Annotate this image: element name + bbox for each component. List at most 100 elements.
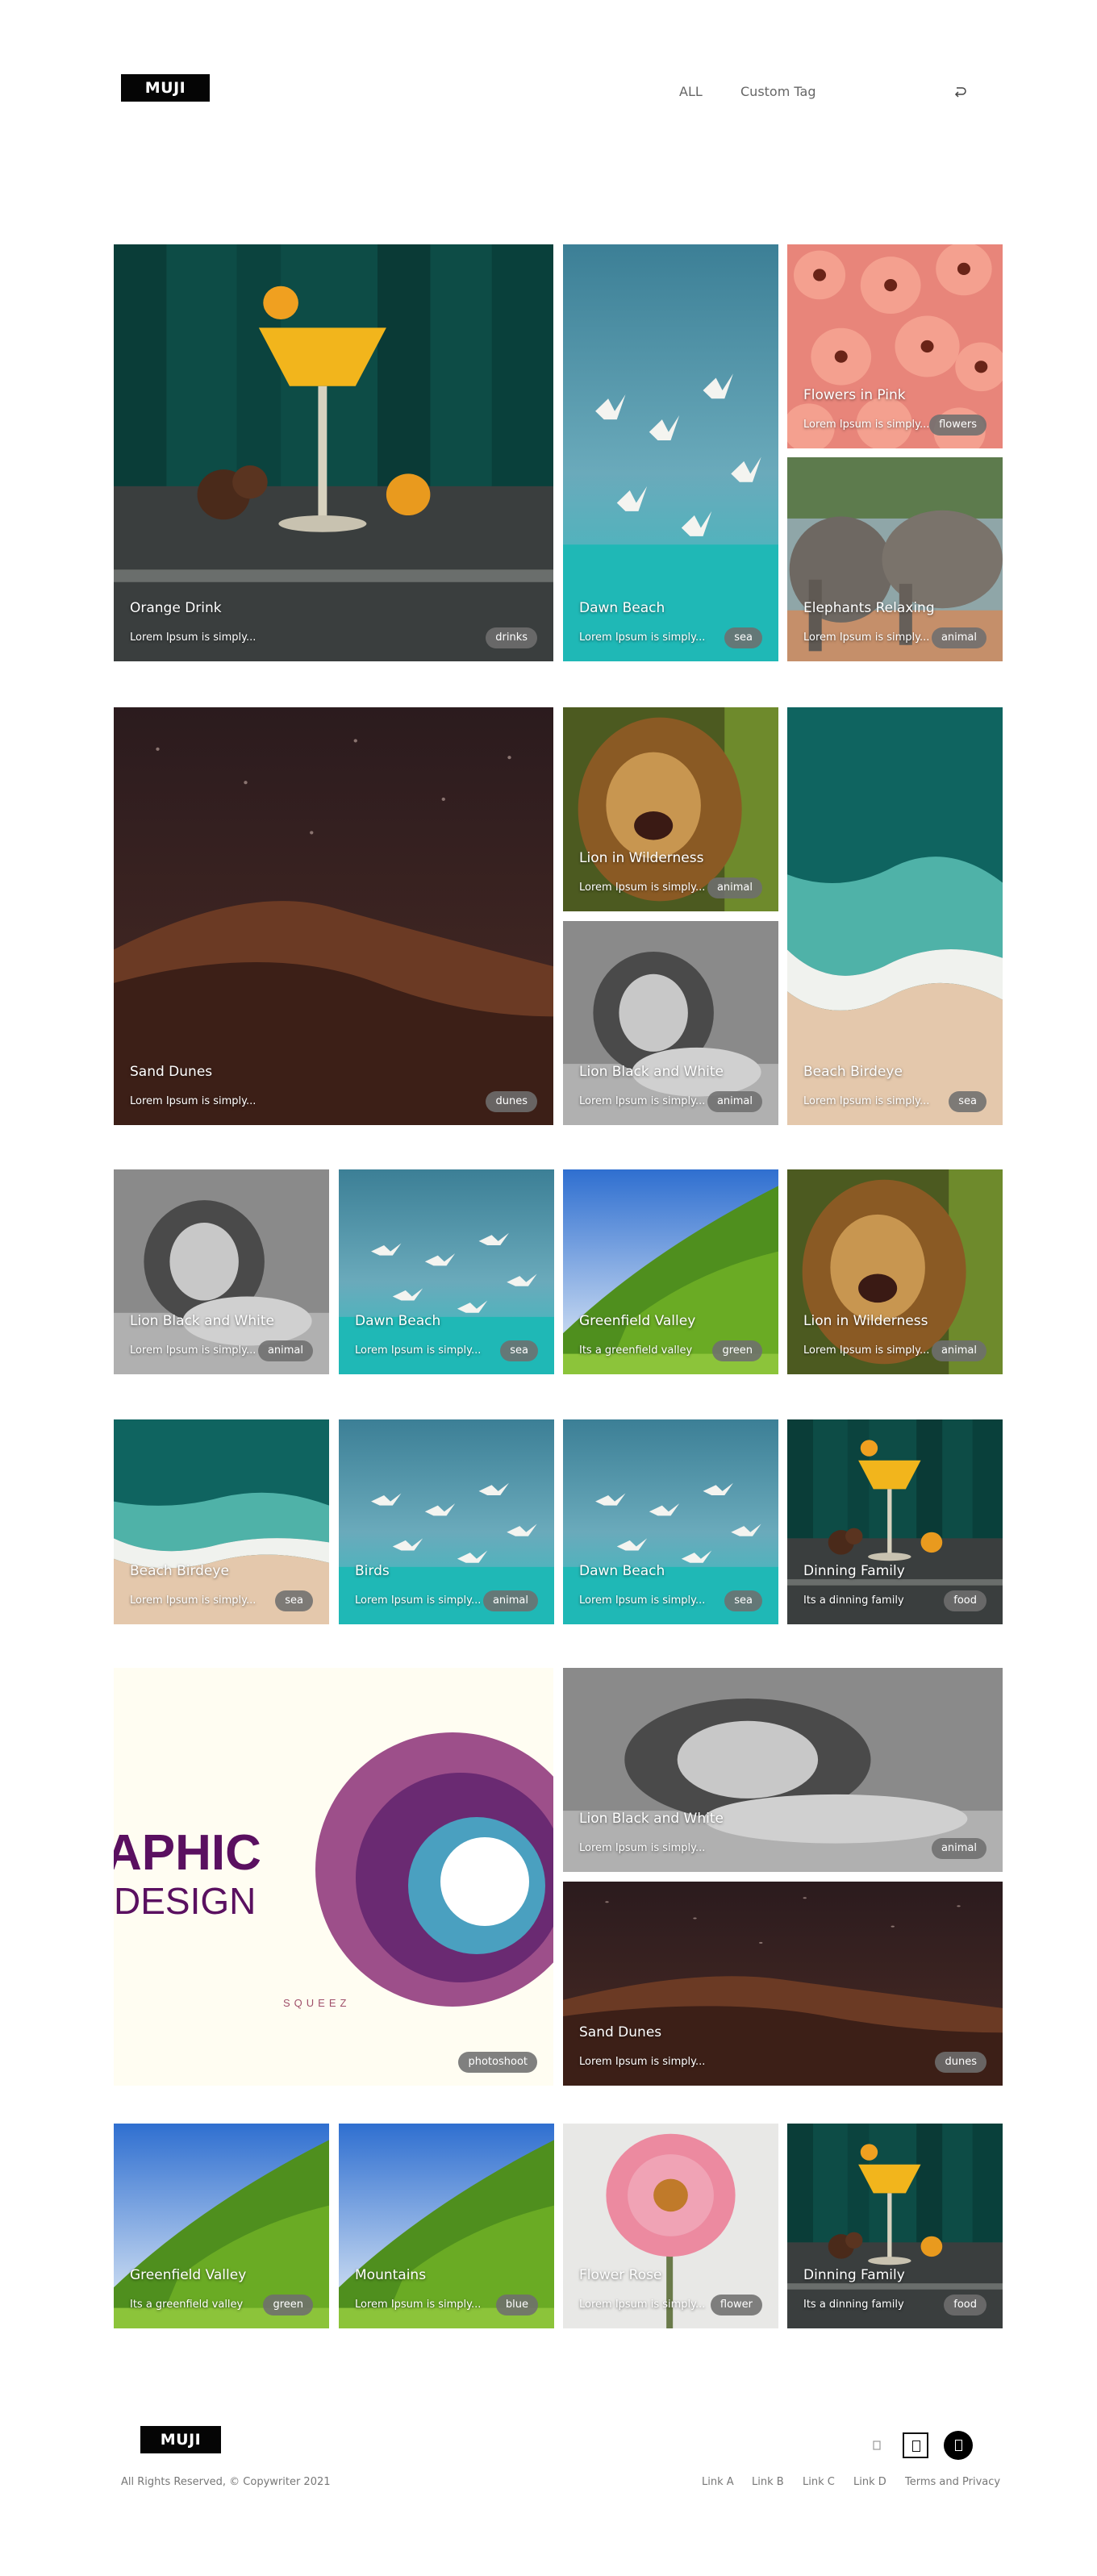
card-description: Lorem Ipsum is simply...: [579, 2299, 706, 2311]
card-tag-badge[interactable]: animal: [931, 1340, 986, 1361]
card-tag-badge[interactable]: food: [944, 1590, 986, 1611]
card-description: Lorem Ipsum is simply...: [579, 1842, 706, 1854]
gallery-card[interactable]: Beach Birdeye Lorem Ipsum is simply... sea: [787, 707, 1003, 1125]
gallery-card[interactable]: Lion Black and White Lorem Ipsum is simpl…: [563, 1668, 1003, 1872]
gallery-card[interactable]: Dawn Beach Lorem Ipsum is simply... sea: [563, 1419, 778, 1624]
footer-link-terms[interactable]: Terms and Privacy: [905, 2476, 1000, 2488]
social-small-icon[interactable]: [871, 2439, 882, 2452]
gallery-card[interactable]: Lion in Wilderness Lorem Ipsum is simply.…: [787, 1169, 1003, 1374]
footer-link-d[interactable]: Link D: [853, 2476, 886, 2488]
gallery-card[interactable]: Sand Dunes Lorem Ipsum is simply... dunes: [114, 707, 553, 1125]
card-description: Lorem Ipsum is simply...: [803, 631, 930, 644]
social-square-icon[interactable]: [903, 2432, 928, 2458]
social-round-icon[interactable]: [944, 2431, 973, 2460]
card-tag-badge[interactable]: blue: [495, 2295, 538, 2315]
card-title: Dawn Beach: [579, 600, 665, 616]
gallery-card[interactable]: Greenfield Valley Its a greenfield valley…: [114, 2124, 329, 2328]
card-description: Lorem Ipsum is simply...: [355, 1594, 482, 1607]
card-tag-badge[interactable]: dunes: [486, 1091, 537, 1112]
card-tag-badge[interactable]: dunes: [935, 2052, 986, 2073]
card-tag-badge[interactable]: flower: [710, 2295, 762, 2315]
gallery-card[interactable]: Flowers in Pink Lorem Ipsum is simply... f…: [787, 244, 1003, 448]
gallery-card[interactable]: Dinning Family Its a dinning family food: [787, 1419, 1003, 1624]
card-description: Its a greenfield valley: [579, 1344, 693, 1357]
graphic-design-artwork: APHIC DESIGN SQUEEZ: [114, 1668, 553, 2086]
card-tag-badge[interactable]: animal: [257, 1340, 313, 1361]
card-title: Greenfield Valley: [579, 1313, 696, 1329]
card-description: Lorem Ipsum is simply...: [130, 1095, 257, 1107]
card-tag-badge[interactable]: animal: [931, 1838, 986, 1859]
gallery-card[interactable]: Lion Black and White Lorem Ipsum is simpl…: [114, 1169, 329, 1374]
card-title: Sand Dunes: [579, 2024, 662, 2040]
gallery-card[interactable]: Beach Birdeye Lorem Ipsum is simply... sea: [114, 1419, 329, 1624]
card-description: Lorem Ipsum is simply...: [803, 1344, 930, 1357]
card-description: Lorem Ipsum is simply...: [579, 2056, 706, 2068]
card-tag-badge[interactable]: animal: [931, 627, 986, 648]
gallery-card[interactable]: Birds Lorem Ipsum is simply... animal: [339, 1419, 554, 1624]
card-description: Lorem Ipsum is simply...: [803, 1095, 930, 1107]
sand-dunes-photo: [114, 707, 553, 1125]
card-title: Lion Black and White: [130, 1313, 274, 1329]
card-tag-badge[interactable]: sea: [949, 1091, 986, 1112]
card-title: Lion in Wilderness: [803, 1313, 928, 1329]
gallery-card[interactable]: Lion in Wilderness Lorem Ipsum is simply.…: [563, 707, 778, 911]
card-description: Lorem Ipsum is simply...: [579, 882, 706, 894]
card-title: Elephants Relaxing: [803, 600, 935, 616]
card-tag-badge[interactable]: food: [944, 2295, 986, 2315]
card-title: Sand Dunes: [130, 1064, 213, 1080]
gallery-card[interactable]: Orange Drink Lorem Ipsum is simply... drin…: [114, 244, 553, 661]
card-tag-badge[interactable]: sea: [724, 1590, 762, 1611]
card-tag-badge[interactable]: green: [263, 2295, 313, 2315]
card-tag-badge[interactable]: green: [712, 1340, 762, 1361]
nav-custom-tag[interactable]: Custom Tag: [740, 84, 815, 99]
card-tag-badge[interactable]: flowers: [929, 415, 986, 436]
footer-link-c[interactable]: Link C: [803, 2476, 835, 2488]
card-description: Its a greenfield valley: [130, 2299, 244, 2311]
card-title: Flower Rose: [579, 2267, 662, 2283]
artwork-text-1: APHIC: [114, 1825, 261, 1881]
card-description: Lorem Ipsum is simply...: [130, 1594, 257, 1607]
card-tag-badge[interactable]: animal: [707, 1091, 762, 1112]
gallery-card[interactable]: Dinning Family Its a dinning family food: [787, 2124, 1003, 2328]
card-title: Beach Birdeye: [130, 1563, 229, 1579]
site-logo[interactable]: MUJI: [121, 74, 210, 102]
card-description: Its a dinning family: [803, 1594, 904, 1607]
card-title: Beach Birdeye: [803, 1064, 903, 1080]
card-title: Greenfield Valley: [130, 2267, 247, 2283]
gallery-card[interactable]: Sand Dunes Lorem Ipsum is simply... dunes: [563, 1882, 1003, 2086]
card-title: Dawn Beach: [355, 1313, 441, 1329]
gallery-card[interactable]: Flower Rose Lorem Ipsum is simply... flowe…: [563, 2124, 778, 2328]
card-title: Orange Drink: [130, 600, 222, 616]
footer-link-a[interactable]: Link A: [702, 2476, 734, 2488]
card-tag-badge[interactable]: animal: [707, 877, 762, 898]
gallery-card[interactable]: Lion Black and White Lorem Ipsum is simpl…: [563, 921, 778, 1125]
beach-aerial-photo: [787, 707, 1003, 1125]
card-tag-badge[interactable]: sea: [275, 1590, 313, 1611]
gallery-card[interactable]: Dawn Beach Lorem Ipsum is simply... sea: [339, 1169, 554, 1374]
card-title: Dinning Family: [803, 1563, 905, 1579]
card-description: Lorem Ipsum is simply...: [803, 419, 930, 431]
card-title: Dawn Beach: [579, 1563, 665, 1579]
gallery-card[interactable]: Mountains Lorem Ipsum is simply... blue: [339, 2124, 554, 2328]
seabirds-photo: [563, 244, 778, 661]
card-tag-badge[interactable]: photoshoot: [458, 2052, 537, 2073]
card-description: Lorem Ipsum is simply...: [130, 1344, 257, 1357]
card-description: Lorem Ipsum is simply...: [579, 1095, 706, 1107]
cocktail-photo: [114, 244, 553, 661]
card-tag-badge[interactable]: sea: [724, 627, 762, 648]
card-tag-badge[interactable]: sea: [500, 1340, 538, 1361]
card-tag-badge[interactable]: animal: [482, 1590, 538, 1611]
footer-logo[interactable]: MUJI: [140, 2426, 221, 2453]
back-arrow-icon[interactable]: [952, 84, 968, 100]
gallery-card[interactable]: Greenfield Valley Its a greenfield valley…: [563, 1169, 778, 1374]
card-tag-badge[interactable]: drinks: [486, 627, 537, 648]
card-title: Mountains: [355, 2267, 427, 2283]
card-description: Its a dinning family: [803, 2299, 904, 2311]
artwork-text-3: SQUEEZ: [283, 1997, 350, 2009]
gallery-card[interactable]: Elephants Relaxing Lorem Ipsum is simply.…: [787, 457, 1003, 661]
nav-all[interactable]: ALL: [679, 84, 703, 99]
card-description: Lorem Ipsum is simply...: [579, 631, 706, 644]
gallery-card[interactable]: Dawn Beach Lorem Ipsum is simply... sea: [563, 244, 778, 661]
footer-link-b[interactable]: Link B: [752, 2476, 784, 2488]
gallery-card[interactable]: APHIC DESIGN SQUEEZ photoshoot: [114, 1668, 553, 2086]
